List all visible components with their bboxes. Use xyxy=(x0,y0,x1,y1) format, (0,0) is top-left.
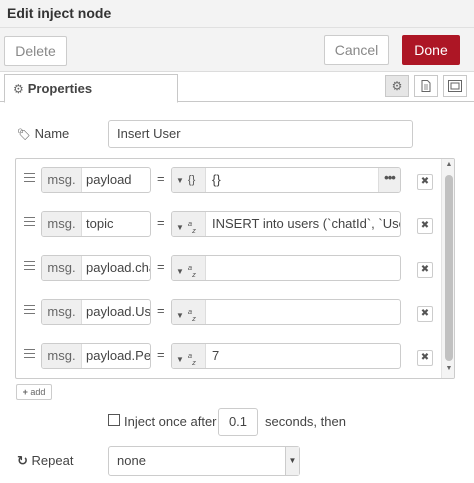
chevron-down-icon: ▼ xyxy=(285,447,299,475)
dialog-toolbar: Delete Cancel Done xyxy=(0,28,474,72)
property-value-input[interactable]: ▼{} {} ••• xyxy=(171,167,401,193)
document-icon xyxy=(421,80,431,92)
add-property-button[interactable]: + add xyxy=(16,384,52,400)
property-name-input[interactable]: msg. payload.Use xyxy=(41,299,151,325)
scroll-up-icon[interactable]: ▲ xyxy=(442,161,454,168)
repeat-select[interactable]: none ▼ xyxy=(108,446,300,476)
type-select-button[interactable]: ▼ az xyxy=(172,344,206,368)
equals-sign: = xyxy=(157,171,165,186)
property-name: payload.Perr xyxy=(86,348,151,363)
drag-handle-icon[interactable] xyxy=(24,173,35,182)
remove-row-button[interactable]: ✖ xyxy=(417,306,433,322)
json-type-icon: {} xyxy=(187,174,196,186)
caret-down-icon: ▼ xyxy=(176,355,184,364)
property-value: INSERT into users (`chatId`, `UserN xyxy=(212,216,401,231)
inject-once-label: Inject once after xyxy=(124,414,217,429)
scroll-down-icon[interactable]: ▼ xyxy=(442,365,454,372)
property-name: payload xyxy=(86,172,132,187)
refresh-icon: ↻ xyxy=(17,453,28,468)
property-name: payload.chat xyxy=(86,260,150,275)
drag-handle-icon[interactable] xyxy=(24,261,35,270)
list-item: msg. payload.Use = ▼az ✖ xyxy=(16,291,442,335)
equals-sign: = xyxy=(157,303,165,318)
gear-icon: ⚙ xyxy=(13,82,24,96)
tab-settings[interactable]: ⚙ xyxy=(385,75,409,97)
equals-sign: = xyxy=(157,215,165,230)
add-label: add xyxy=(30,387,46,397)
property-value: 7 xyxy=(212,348,220,363)
expand-editor-button[interactable]: ••• xyxy=(378,168,400,192)
property-name: payload.Use xyxy=(86,304,151,319)
scrollbar-thumb[interactable] xyxy=(445,175,453,361)
property-value-input[interactable]: ▼ az xyxy=(171,299,401,325)
remove-row-button[interactable]: ✖ xyxy=(417,350,433,366)
remove-row-button[interactable]: ✖ xyxy=(417,218,433,234)
remove-row-button[interactable]: ✖ xyxy=(417,262,433,278)
msg-prefix: msg. xyxy=(42,300,82,324)
property-name-input[interactable]: msg. payload.chat xyxy=(41,255,151,281)
tab-appearance[interactable] xyxy=(443,75,467,97)
equals-sign: = xyxy=(157,347,165,362)
property-name-input[interactable]: msg. payload xyxy=(41,167,151,193)
type-select-button[interactable]: ▼{} xyxy=(172,168,206,192)
caret-down-icon: ▼ xyxy=(176,267,184,276)
appearance-icon xyxy=(448,80,462,92)
type-select-button[interactable]: ▼ az xyxy=(172,256,206,280)
drag-handle-icon[interactable] xyxy=(24,305,35,314)
caret-down-icon: ▼ xyxy=(176,176,184,185)
property-value-input[interactable]: ▼ az 7 xyxy=(171,343,401,369)
remove-row-button[interactable]: ✖ xyxy=(417,174,433,190)
done-button[interactable]: Done xyxy=(402,35,460,65)
repeat-label-text: Repeat xyxy=(31,453,74,468)
inject-delay-input[interactable]: 0.1 xyxy=(218,408,258,436)
repeat-select-value: none xyxy=(117,453,146,468)
name-label: 🏷 Name xyxy=(17,126,69,141)
dialog-title: Edit inject node xyxy=(7,5,112,21)
msg-prefix: msg. xyxy=(42,344,82,368)
drag-handle-icon[interactable] xyxy=(24,217,35,226)
delete-button[interactable]: Delete xyxy=(4,36,67,66)
tab-properties[interactable]: ⚙ Properties xyxy=(4,74,178,103)
string-type-icon: az xyxy=(187,263,196,279)
caret-down-icon: ▼ xyxy=(176,223,184,232)
msg-prefix: msg. xyxy=(42,168,82,192)
tab-description[interactable] xyxy=(414,75,438,97)
cancel-button[interactable]: Cancel xyxy=(324,35,389,65)
inject-once-checkbox[interactable] xyxy=(108,414,120,426)
caret-down-icon: ▼ xyxy=(176,311,184,320)
list-item: msg. payload.chat = ▼az ✖ xyxy=(16,247,442,291)
list-item: msg. payload = ▼{} {} ••• ✖ xyxy=(16,159,442,203)
property-list: msg. payload = ▼{} {} ••• ✖ msg. topic =… xyxy=(15,158,455,379)
type-select-button[interactable]: ▼ az xyxy=(172,300,206,324)
string-type-icon: az xyxy=(187,307,196,323)
property-name-input[interactable]: msg. topic xyxy=(41,211,151,237)
msg-prefix: msg. xyxy=(42,212,82,236)
property-name: topic xyxy=(86,216,114,231)
repeat-label: ↻ Repeat xyxy=(17,453,73,469)
tag-icon: 🏷 xyxy=(17,129,31,141)
drag-handle-icon[interactable] xyxy=(24,349,35,358)
property-value-input[interactable]: ▼ az INSERT into users (`chatId`, `UserN xyxy=(171,211,401,237)
name-label-text: Name xyxy=(34,126,70,141)
tab-properties-label: Properties xyxy=(27,81,93,96)
plus-icon: + xyxy=(22,387,28,397)
name-input[interactable]: Insert User xyxy=(108,120,413,148)
string-type-icon: az xyxy=(187,351,196,367)
list-item: msg. topic = ▼ az INSERT into users (`cha… xyxy=(16,203,442,247)
type-select-button[interactable]: ▼ az xyxy=(172,212,206,236)
gear-icon: ⚙ xyxy=(391,79,403,93)
property-name-input[interactable]: msg. payload.Perr xyxy=(41,343,151,369)
list-scrollbar[interactable]: ▲ ▼ xyxy=(441,159,454,378)
tab-bar: ⚙ Properties ⚙ xyxy=(0,72,474,103)
property-value-input[interactable]: ▼ az xyxy=(171,255,401,281)
string-type-icon: az xyxy=(187,219,196,235)
property-value: {} xyxy=(212,172,221,187)
equals-sign: = xyxy=(157,259,165,274)
msg-prefix: msg. xyxy=(42,256,82,280)
dialog-titlebar: Edit inject node xyxy=(0,0,474,28)
list-item: msg. payload.Perr = ▼az 7 ✖ xyxy=(16,335,442,378)
inject-once-suffix: seconds, then xyxy=(265,414,346,429)
